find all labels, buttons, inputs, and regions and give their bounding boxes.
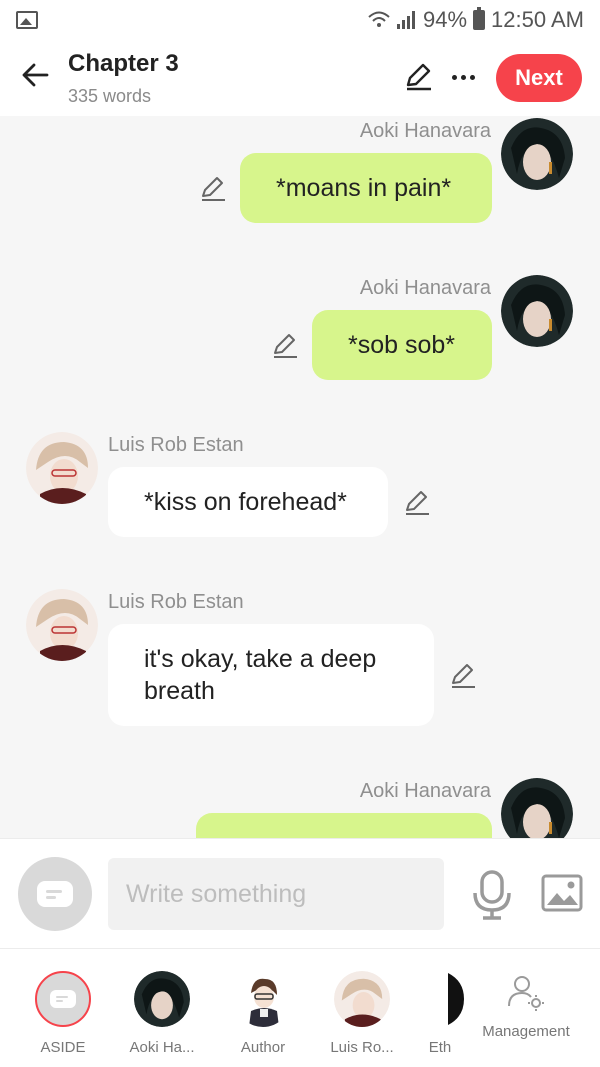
- gallery-notification-icon: [16, 11, 38, 29]
- character-author[interactable]: Author: [223, 971, 303, 1056]
- next-button[interactable]: Next: [496, 54, 582, 102]
- voice-button[interactable]: [470, 869, 514, 921]
- character-bar: ASIDE Aoki Ha... Author Luis Ro... Eth M…: [0, 948, 600, 1067]
- aoki-avatar[interactable]: [501, 118, 573, 190]
- luis-avatar[interactable]: [26, 589, 98, 661]
- pencil-icon: [274, 334, 297, 358]
- composer-bar: [0, 838, 600, 948]
- speaker-name: Luis Rob Estan: [108, 591, 244, 613]
- image-icon: [541, 874, 583, 912]
- aside-avatar: [35, 971, 91, 1027]
- message-icon: [37, 881, 73, 907]
- signal-icon: [397, 11, 415, 29]
- message-bubble: it's okay, take a deep breath: [108, 624, 434, 726]
- character-label: Aoki Ha...: [129, 1039, 195, 1056]
- character-aoki[interactable]: Aoki Ha...: [122, 971, 202, 1056]
- luis-avatar[interactable]: [26, 432, 98, 504]
- author-avatar: [235, 971, 291, 1027]
- character-label: ASIDE: [40, 1039, 86, 1056]
- message-bubble: *moans in pain*: [240, 153, 492, 223]
- message-bubble: [196, 813, 492, 838]
- chapter-header: Chapter 3 335 words Next: [0, 40, 600, 116]
- aside-toggle-button[interactable]: [18, 857, 92, 931]
- speaker-name: Aoki Hanavara: [359, 780, 491, 802]
- message-bubble: *kiss on forehead*: [108, 467, 388, 537]
- back-button[interactable]: [18, 58, 52, 92]
- pencil-icon: [452, 664, 475, 688]
- speaker-name: Aoki Hanavara: [359, 120, 491, 142]
- character-aside[interactable]: ASIDE: [23, 971, 103, 1056]
- character-label: Author: [240, 1039, 286, 1056]
- speaker-name: Luis Rob Estan: [108, 434, 244, 456]
- battery-icon: [473, 7, 486, 30]
- management-label: Management: [482, 1023, 570, 1040]
- status-bar: 94% 12:50 AM: [0, 0, 600, 40]
- clock: 12:50 AM: [491, 7, 584, 32]
- message-bubble: *sob sob*: [312, 310, 492, 380]
- pencil-icon: [406, 491, 429, 515]
- pencil-icon: [406, 63, 431, 91]
- pencil-icon: [202, 177, 225, 201]
- aoki-avatar[interactable]: [501, 778, 573, 838]
- chat-thread: Aoki Hanavara *moans in pain* Aoki Hanav…: [0, 116, 600, 838]
- character-label: Eth: [428, 1039, 452, 1056]
- edit-message-button[interactable]: [270, 330, 300, 360]
- character-luis[interactable]: Luis Ro...: [322, 971, 402, 1056]
- dot: [460, 74, 466, 80]
- battery-percent: 94%: [423, 7, 468, 32]
- wifi-icon: [368, 11, 390, 27]
- word-count: 335 words: [68, 86, 152, 106]
- message-icon: [50, 990, 76, 1008]
- character-label: Luis Ro...: [330, 1039, 394, 1056]
- eth-avatar: [412, 971, 468, 1027]
- character-eth[interactable]: Eth: [400, 971, 480, 1056]
- dot: [469, 74, 475, 80]
- luis-avatar: [334, 971, 390, 1027]
- more-options-button[interactable]: [446, 62, 480, 92]
- back-arrow-icon: [22, 63, 49, 87]
- edit-message-button[interactable]: [402, 487, 432, 517]
- edit-message-button[interactable]: [448, 660, 478, 690]
- aoki-avatar: [134, 971, 190, 1027]
- image-button[interactable]: [540, 873, 584, 913]
- dot: [451, 74, 457, 80]
- speaker-name: Aoki Hanavara: [359, 277, 491, 299]
- message-input[interactable]: [108, 858, 444, 930]
- microphone-icon: [473, 870, 511, 920]
- edit-chapter-button[interactable]: [402, 60, 436, 94]
- user-settings-icon: [508, 976, 544, 1011]
- management-button[interactable]: Management: [478, 973, 574, 1040]
- edit-message-button[interactable]: [198, 173, 228, 203]
- aoki-avatar[interactable]: [501, 275, 573, 347]
- chapter-title: Chapter 3: [68, 50, 179, 77]
- status-indicators: 94% 12:50 AM: [367, 7, 584, 33]
